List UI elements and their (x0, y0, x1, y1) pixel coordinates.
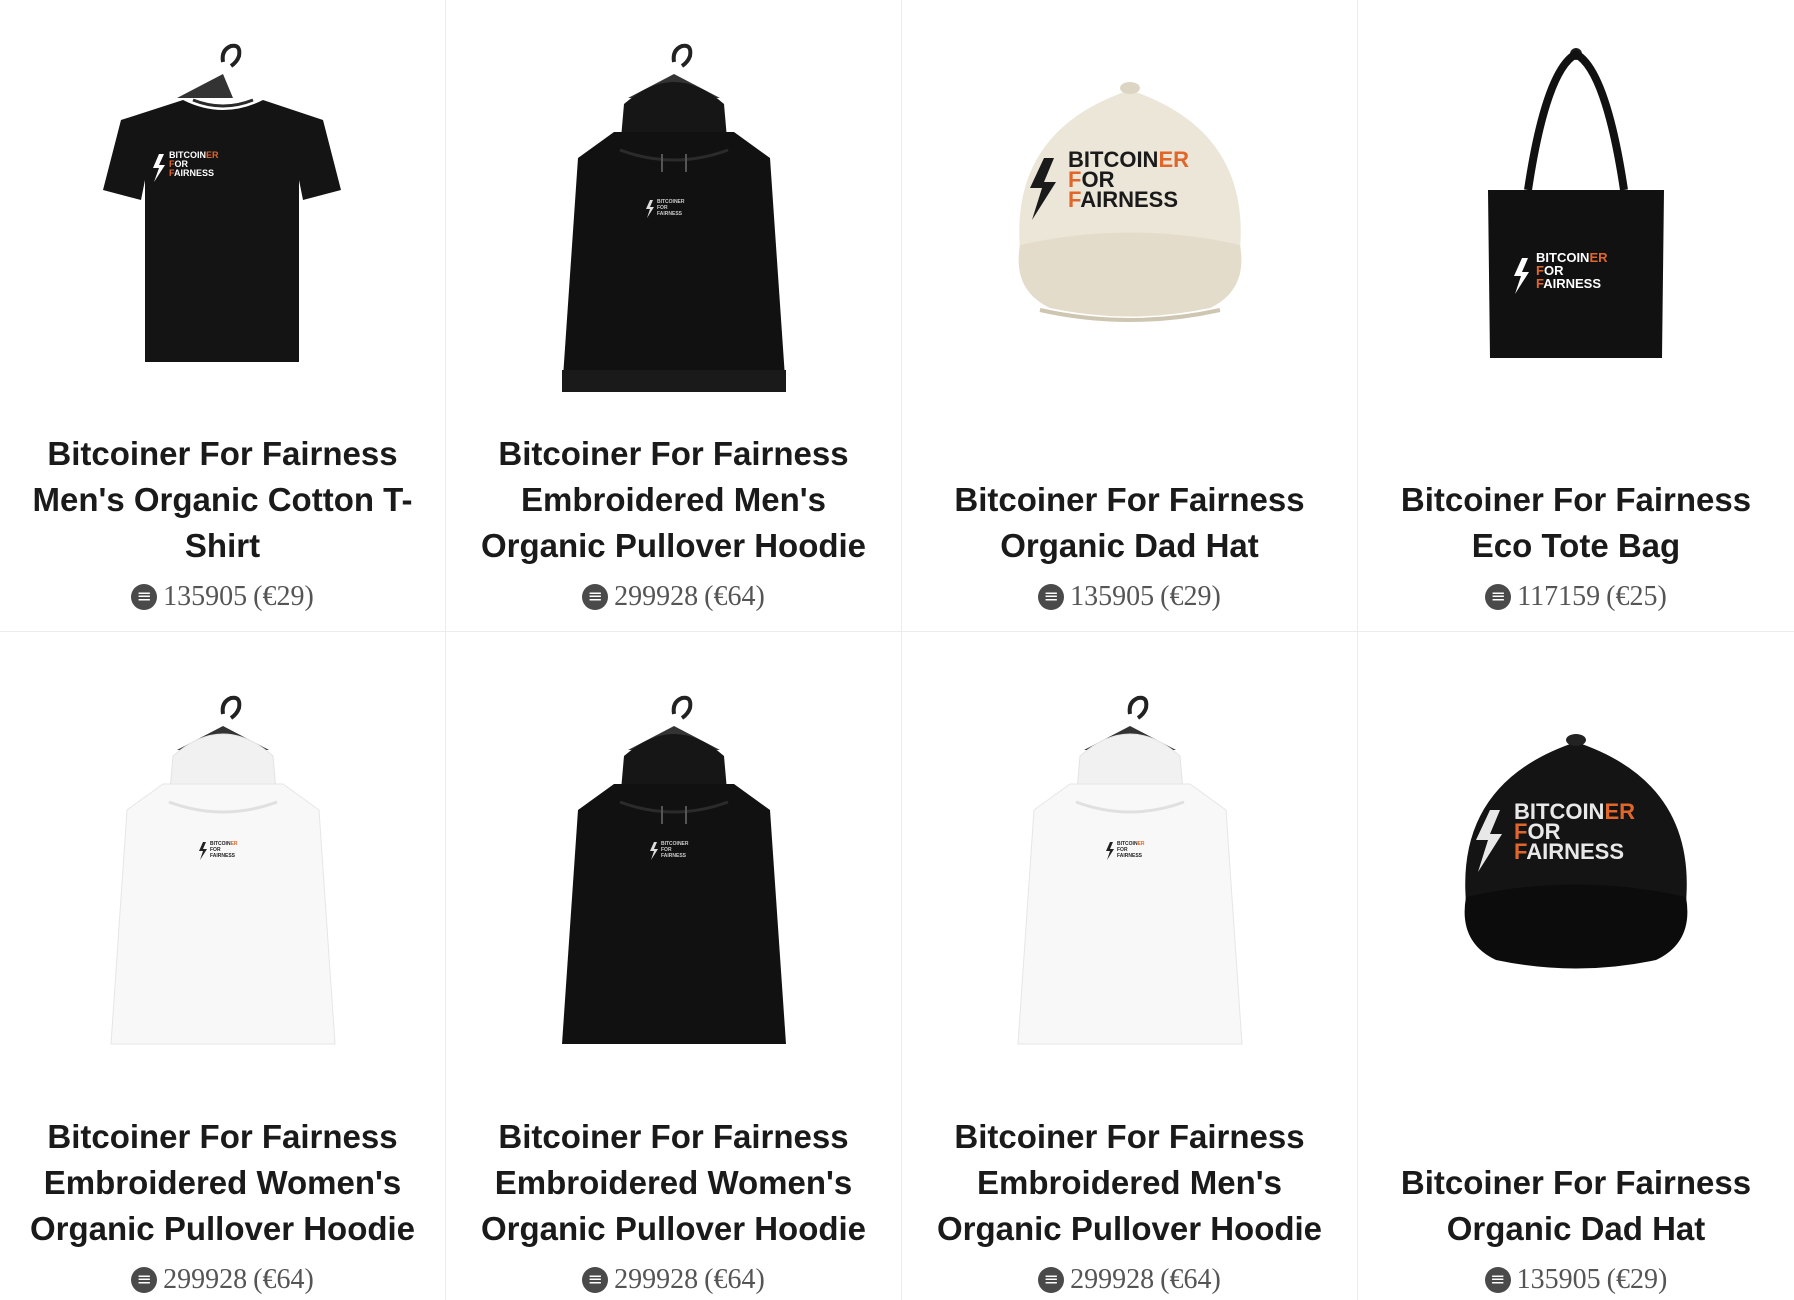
hoodie-image: BITCOINER FOR FAIRNESS (1016, 695, 1243, 1045)
product-price: ≡ 299928 (€64) (446, 581, 901, 613)
product-image-cap-beige[interactable]: BITCOINER FOR FAIRNESS (902, 40, 1357, 400)
satoshi-coin-icon: ≡ (582, 584, 609, 610)
product-card[interactable]: BITCOINER FOR FAIRNESS Bitcoiner For Fai… (1358, 0, 1794, 632)
price-eur: (€64) (253, 1264, 314, 1295)
product-card[interactable]: BITCOINER FOR FAIRNESS Bitcoiner For Fai… (0, 0, 446, 632)
product-title[interactable]: Bitcoiner For Fairness Embroidered Women… (14, 1114, 431, 1252)
price-eur: (€25) (1606, 581, 1667, 612)
product-price: ≡ 135905 (€29) (1358, 1264, 1794, 1296)
svg-text:FAIRNESS: FAIRNESS (661, 853, 687, 859)
price-sats: 299928 (614, 581, 699, 612)
product-image-hoodie-white[interactable]: BITCOINER FOR FAIRNESS (0, 692, 445, 1052)
product-title[interactable]: Bitcoiner For Fairness Organic Dad Hat (916, 477, 1343, 569)
price-sats: 135905 (1516, 1264, 1601, 1295)
product-image-hoodie-black[interactable]: BITCOINER FOR FAIRNESS (446, 40, 901, 400)
price-sats: 135905 (163, 581, 248, 612)
cap-image: BITCOINER FOR FAIRNESS (1018, 82, 1241, 322)
hoodie-image: BITCOINER FOR FAIRNESS (109, 695, 336, 1045)
product-card[interactable]: BITCOINER FOR FAIRNESS Bitcoiner For Fai… (446, 632, 902, 1300)
product-title[interactable]: Bitcoiner For Fairness Organic Dad Hat (1372, 1160, 1780, 1252)
svg-text:FAIRNESS: FAIRNESS (169, 168, 214, 178)
svg-text:FAIRNESS: FAIRNESS (1536, 276, 1601, 291)
tshirt-image: BITCOINER FOR FAIRNESS (102, 43, 341, 362)
svg-text:FAIRNESS: FAIRNESS (1068, 187, 1178, 212)
svg-text:FAIRNESS: FAIRNESS (657, 211, 683, 217)
product-image-hoodie-white[interactable]: BITCOINER FOR FAIRNESS (902, 692, 1357, 1052)
product-price: ≡ 117159 (€25) (1358, 581, 1794, 613)
product-card[interactable]: BITCOINER FOR FAIRNESS Bitcoiner For Fai… (902, 632, 1358, 1300)
price-eur: (€64) (704, 581, 765, 612)
product-price: ≡ 299928 (€64) (0, 1264, 445, 1296)
satoshi-coin-icon: ≡ (1484, 1267, 1511, 1293)
product-card[interactable]: BITCOINER FOR FAIRNESS Bitcoiner For Fai… (0, 632, 446, 1300)
satoshi-coin-icon: ≡ (1038, 584, 1065, 610)
tote-image: BITCOINER FOR FAIRNESS (1488, 48, 1664, 358)
product-card[interactable]: BITCOINER FOR FAIRNESS Bitcoiner For Fai… (446, 0, 902, 632)
price-sats: 135905 (1070, 581, 1155, 612)
product-price: ≡ 135905 (€29) (902, 581, 1357, 613)
price-eur: (€64) (704, 1264, 765, 1295)
product-image-tote[interactable]: BITCOINER FOR FAIRNESS (1358, 40, 1794, 400)
product-title[interactable]: Bitcoiner For Fairness Embroidered Men's… (916, 1114, 1343, 1252)
product-price: ≡ 299928 (€64) (446, 1264, 901, 1296)
product-price: ≡ 299928 (€64) (902, 1264, 1357, 1296)
satoshi-coin-icon: ≡ (1038, 1267, 1065, 1293)
satoshi-coin-icon: ≡ (1485, 584, 1512, 610)
price-eur: (€64) (1160, 1264, 1221, 1295)
product-title[interactable]: Bitcoiner For Fairness Men's Organic Cot… (14, 431, 431, 569)
product-price: ≡ 135905 (€29) (0, 581, 445, 613)
product-title[interactable]: Bitcoiner For Fairness Embroidered Men's… (460, 431, 887, 569)
hoodie-image: BITCOINER FOR FAIRNESS (561, 695, 786, 1044)
svg-text:FAIRNESS: FAIRNESS (1514, 839, 1624, 864)
product-card[interactable]: BITCOINER FOR FAIRNESS Bitcoiner For Fai… (902, 0, 1358, 632)
hoodie-image: BITCOINER FOR FAIRNESS (561, 43, 786, 392)
price-eur: (€29) (253, 581, 314, 612)
product-grid: BITCOINER FOR FAIRNESS Bitcoiner For Fai… (0, 0, 1794, 1300)
product-image-hoodie-black[interactable]: BITCOINER FOR FAIRNESS (446, 692, 901, 1052)
product-card[interactable]: BITCOINER FOR FAIRNESS Bitcoiner For Fai… (1358, 632, 1794, 1300)
svg-text:FAIRNESS: FAIRNESS (210, 853, 236, 859)
price-eur: (€29) (1606, 1264, 1668, 1295)
satoshi-coin-icon: ≡ (582, 1267, 609, 1293)
price-sats: 299928 (1070, 1264, 1155, 1295)
product-title[interactable]: Bitcoiner For Fairness Eco Tote Bag (1372, 477, 1780, 569)
price-sats: 117159 (1517, 581, 1601, 612)
satoshi-coin-icon: ≡ (131, 584, 158, 610)
price-sats: 299928 (614, 1264, 699, 1295)
satoshi-coin-icon: ≡ (131, 1267, 158, 1293)
svg-text:FAIRNESS: FAIRNESS (1117, 853, 1143, 859)
price-sats: 299928 (163, 1264, 248, 1295)
product-title[interactable]: Bitcoiner For Fairness Embroidered Women… (460, 1114, 887, 1252)
product-image-cap-black[interactable]: BITCOINER FOR FAIRNESS (1358, 692, 1794, 1052)
cap-image: BITCOINER FOR FAIRNESS (1464, 734, 1688, 969)
product-image-tshirt[interactable]: BITCOINER FOR FAIRNESS (0, 40, 445, 400)
price-eur: (€29) (1160, 581, 1221, 612)
